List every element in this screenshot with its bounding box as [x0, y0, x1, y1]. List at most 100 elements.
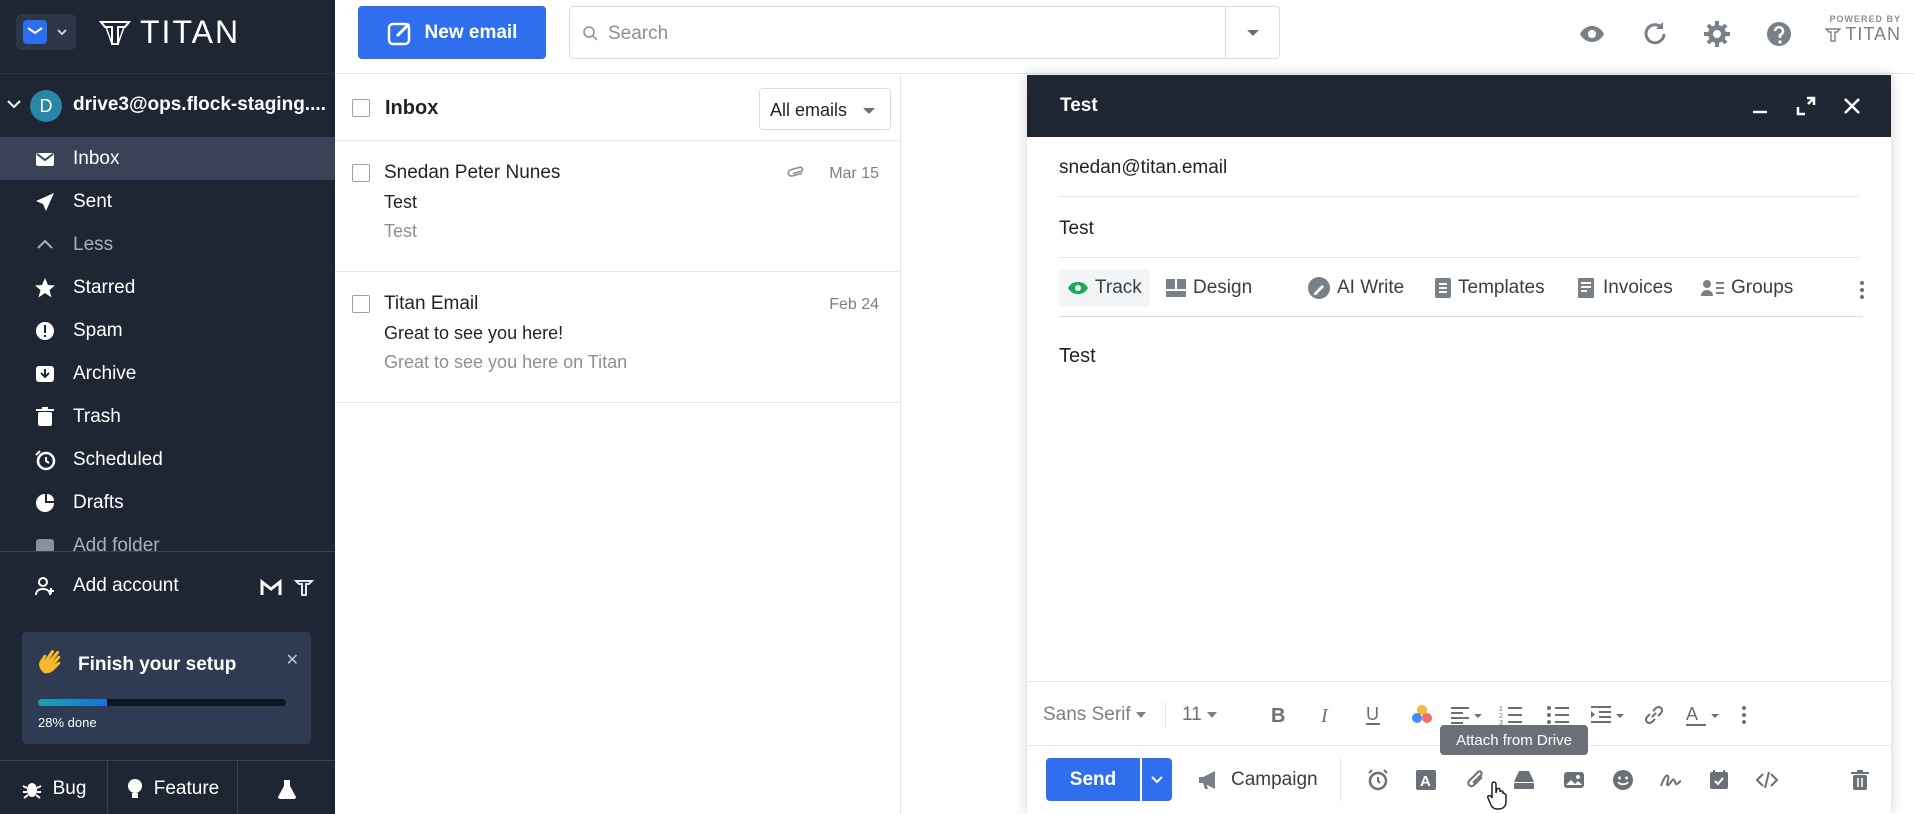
email-row[interactable]: Snedan Peter Nunes Mar 15 Test Test [335, 141, 901, 272]
campaign-button[interactable]: Campaign [1197, 758, 1341, 801]
tool-label: Invoices [1603, 277, 1673, 298]
font-family-select[interactable]: Sans Serif [1043, 702, 1147, 728]
account-selector[interactable]: D drive3@ops.flock-staging.... [0, 88, 335, 122]
list-header: Inbox All emails [335, 75, 901, 141]
app-switcher[interactable] [16, 14, 76, 50]
search-options-dropdown[interactable] [1225, 7, 1279, 58]
indent-icon[interactable] [1589, 702, 1627, 728]
campaign-label: Campaign [1231, 768, 1318, 790]
caret-down-icon [1206, 712, 1217, 718]
text-format-icon[interactable]: A [1414, 768, 1438, 792]
sidebar-item-drafts[interactable]: Drafts [0, 481, 335, 524]
bold-icon[interactable]: B [1265, 702, 1289, 728]
to-field[interactable]: snedan@titan.email [1059, 137, 1859, 197]
tool-label: Groups [1731, 277, 1794, 298]
new-email-button[interactable]: New email [358, 6, 546, 59]
design-button[interactable]: Design [1165, 276, 1252, 300]
tool-label: Templates [1458, 277, 1545, 298]
subject-field[interactable]: Test [1059, 198, 1859, 258]
send-button[interactable]: Send [1046, 758, 1140, 801]
send-options-dropdown[interactable] [1142, 758, 1172, 801]
code-icon[interactable] [1755, 768, 1779, 792]
select-all-checkbox[interactable] [352, 99, 370, 117]
close-icon[interactable]: ✕ [286, 650, 299, 670]
attachment-icon[interactable] [1464, 768, 1488, 792]
search-icon [583, 26, 598, 41]
email-checkbox[interactable] [352, 164, 370, 182]
help-icon[interactable] [1765, 20, 1793, 48]
email-checkbox[interactable] [352, 295, 370, 313]
track-button[interactable]: Track [1059, 269, 1150, 307]
message-body[interactable]: Test [1059, 345, 1096, 368]
color-palette-icon[interactable] [1410, 702, 1434, 728]
powered-by: POWERED BY TITAN [1821, 14, 1901, 45]
expand-icon[interactable] [1793, 93, 1819, 119]
sidebar-item-scheduled[interactable]: Scheduled [0, 438, 335, 481]
font-size-select[interactable]: 11 [1165, 702, 1218, 728]
titan-brand-icon [1825, 27, 1842, 42]
bug-button[interactable]: Bug [0, 761, 108, 814]
setup-progress-fill [38, 699, 108, 706]
italic-icon[interactable]: I [1313, 702, 1337, 728]
compose-tools: Track Design AI Write Templates Invoices… [1059, 260, 1865, 317]
add-account-button[interactable]: Add account [0, 570, 335, 604]
calendar-check-icon[interactable] [1707, 768, 1731, 792]
text-color-icon[interactable]: A [1684, 702, 1722, 728]
svg-text:I: I [1320, 705, 1329, 727]
image-icon[interactable] [1562, 768, 1586, 792]
sidebar-footer: Bug Feature [0, 760, 335, 814]
logo-text: TITAN [140, 14, 241, 50]
drive-icon[interactable] [1512, 768, 1536, 792]
account-email: drive3@ops.flock-staging.... [73, 94, 326, 115]
email-date: Mar 15 [829, 165, 879, 182]
invoices-button[interactable]: Invoices [1577, 276, 1673, 300]
close-icon[interactable] [1839, 93, 1865, 119]
refresh-icon[interactable] [1641, 20, 1669, 48]
signature-icon[interactable] [1659, 768, 1683, 792]
more-vertical-icon[interactable] [1741, 702, 1747, 728]
sidebar-item-less[interactable]: Less [0, 223, 335, 266]
email-row[interactable]: Titan Email Feb 24 Great to see you here… [335, 272, 901, 403]
sidebar-item-add-folder[interactable]: Add folder [0, 524, 335, 551]
waving-hand-icon [39, 649, 61, 674]
avatar: D [30, 90, 62, 122]
groups-button[interactable]: Groups [1701, 276, 1793, 300]
sidebar-item-trash[interactable]: Trash [0, 395, 335, 438]
sidebar-item-sent[interactable]: Sent [0, 180, 335, 223]
sidebar-item-spam[interactable]: Spam [0, 309, 335, 352]
font-size-value: 11 [1182, 704, 1202, 725]
sidebar-item-inbox[interactable]: Inbox [0, 137, 335, 180]
feature-button[interactable]: Feature [108, 761, 238, 814]
chevron-down-icon [57, 29, 67, 36]
ai-write-button[interactable]: AI Write [1307, 276, 1404, 300]
email-list: Inbox All emails Snedan Peter Nunes Mar … [335, 75, 901, 814]
lightbulb-icon [127, 778, 142, 798]
underline-icon[interactable]: U [1361, 702, 1385, 728]
add-folder-icon [36, 539, 54, 551]
hand-cursor-icon [1487, 781, 1507, 810]
mail-app-icon [23, 20, 47, 44]
sidebar-item-label: Trash [73, 406, 121, 427]
eye-icon[interactable] [1578, 20, 1606, 48]
gear-icon[interactable] [1703, 20, 1731, 48]
templates-button[interactable]: Templates [1434, 276, 1545, 300]
search-input[interactable]: Search [569, 6, 1280, 59]
link-icon[interactable] [1641, 702, 1667, 728]
more-vertical-icon[interactable] [1859, 280, 1865, 300]
svg-text:U: U [1366, 704, 1379, 724]
titan-small-icon[interactable] [294, 578, 314, 598]
sidebar-item-starred[interactable]: Starred [0, 266, 335, 309]
trash-icon[interactable] [1848, 768, 1872, 792]
eye-icon [1068, 282, 1088, 294]
sidebar-item-archive[interactable]: Archive [0, 352, 335, 395]
svg-text:A: A [1420, 773, 1431, 790]
gmail-icon[interactable] [260, 579, 282, 597]
emoji-icon[interactable] [1611, 768, 1635, 792]
setup-card[interactable]: Finish your setup ✕ 28% done [22, 632, 311, 744]
email-filter-dropdown[interactable]: All emails [759, 88, 891, 130]
alarm-clock-icon[interactable] [1366, 768, 1390, 792]
minimize-icon[interactable] [1747, 93, 1773, 119]
labs-button[interactable] [238, 761, 335, 814]
svg-text:2: 2 [1499, 713, 1503, 720]
groups-icon [1701, 280, 1724, 296]
